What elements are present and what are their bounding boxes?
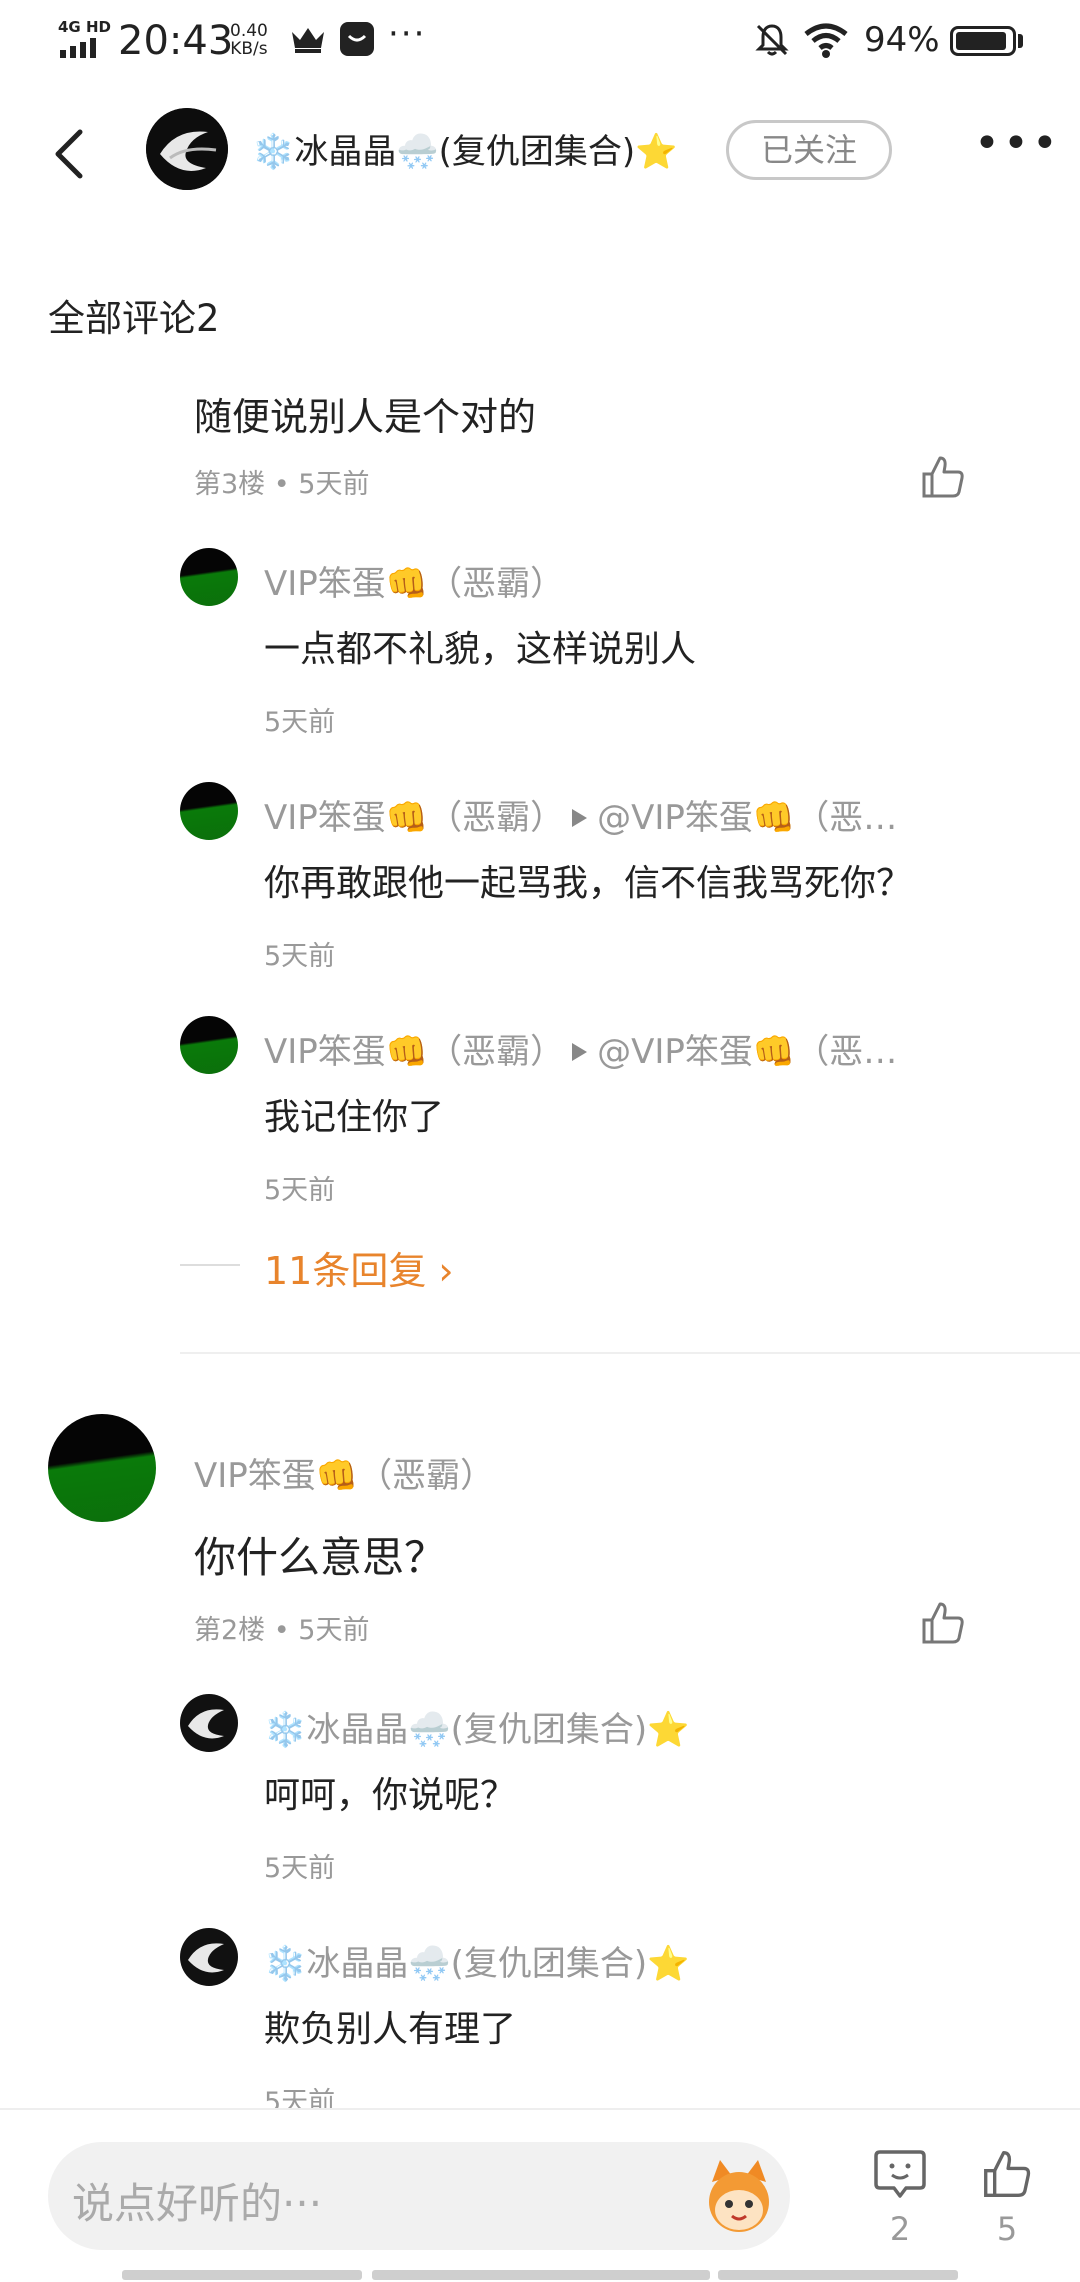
crown-icon xyxy=(292,28,324,53)
reply-avatar[interactable] xyxy=(180,782,238,840)
app-notification-icon xyxy=(340,22,374,56)
reply-author[interactable]: VIP笨蛋👊（恶霸） xyxy=(264,556,564,605)
like-count: 5 xyxy=(996,2210,1018,2248)
reply-text: 你再敢跟他一起骂我，信不信我骂死你？ xyxy=(264,863,913,904)
reply-author[interactable]: ❄️冰晶晶🌨️(复仇团集合)⭐ xyxy=(264,1936,690,1985)
battery-percent: 94% xyxy=(864,20,940,60)
battery-icon xyxy=(950,26,1016,56)
wifi-icon xyxy=(804,23,848,58)
reply-author-line: VIP笨蛋👊（恶霸） @VIP笨蛋👊（恶… xyxy=(264,790,897,839)
bell-muted-icon xyxy=(755,24,789,56)
reply-author-line: VIP笨蛋👊（恶霸） @VIP笨蛋👊（恶… xyxy=(264,1024,897,1073)
reply-text: 呵呵，你说呢？ xyxy=(264,1775,517,1816)
reply-arrow-icon xyxy=(572,1043,588,1061)
more-replies-link[interactable]: 11条回复 › xyxy=(264,1240,454,1295)
comment-avatar[interactable] xyxy=(48,1414,156,1522)
more-notifications-icon: ··· xyxy=(388,14,427,54)
author-avatar[interactable] xyxy=(146,108,228,190)
network-indicator: 4G HD xyxy=(58,18,111,36)
reply-time: 5天前 xyxy=(264,1175,336,1206)
reply-avatar[interactable] xyxy=(180,1016,238,1074)
reply-target[interactable]: @VIP笨蛋👊（恶… xyxy=(597,1032,897,1072)
comment-input-placeholder[interactable]: 说点好听的··· xyxy=(72,2170,322,2231)
net-speed: 0.40 KB/s xyxy=(230,22,268,58)
reply-author[interactable]: VIP笨蛋👊（恶霸） xyxy=(264,1032,564,1072)
reply-author[interactable]: VIP笨蛋👊（恶霸） xyxy=(264,798,564,838)
reply-time: 5天前 xyxy=(264,941,336,972)
like-icon[interactable] xyxy=(978,2146,1036,2202)
reply-avatar[interactable] xyxy=(180,548,238,606)
nav-gesture-bar xyxy=(718,2270,958,2280)
like-button[interactable] xyxy=(918,1598,968,1648)
comment-icon[interactable] xyxy=(872,2146,928,2202)
back-button[interactable] xyxy=(46,126,94,182)
net-speed-unit: KB/s xyxy=(230,39,268,59)
comment-divider xyxy=(180,1352,1080,1354)
comment-text: 你什么意思？ xyxy=(194,1533,447,1582)
reply-text: 我记住你了 xyxy=(264,1097,445,1138)
reply-arrow-icon xyxy=(572,809,588,827)
nav-gesture-bar xyxy=(372,2270,710,2280)
reply-avatar[interactable] xyxy=(180,1928,238,1986)
reply-time: 5天前 xyxy=(264,1853,336,1884)
status-bar: 4G HD 20:43 0.40 KB/s ··· 94% xyxy=(0,0,1080,80)
author-name[interactable]: ❄️冰晶晶🌨️(复仇团集合)⭐ xyxy=(252,124,678,173)
clock: 20:43 xyxy=(118,18,234,64)
battery-tip xyxy=(1018,34,1023,48)
battery-level xyxy=(956,32,1007,50)
more-replies-line xyxy=(180,1264,240,1266)
nav-gesture-bar xyxy=(122,2270,362,2280)
comments-section-title: 全部评论2 xyxy=(48,297,220,340)
reply-text: 欺负别人有理了 xyxy=(264,2009,517,2050)
reply-time: 5天前 xyxy=(264,707,336,738)
comment-text: 随便说别人是个对的 xyxy=(194,395,537,439)
mascot-emoji-icon[interactable] xyxy=(698,2156,780,2238)
reply-author[interactable]: ❄️冰晶晶🌨️(复仇团集合)⭐ xyxy=(264,1702,690,1751)
reply-avatar[interactable] xyxy=(180,1694,238,1752)
follow-button[interactable]: 已关注 xyxy=(726,120,892,180)
comment-count: 2 xyxy=(889,2210,911,2248)
like-button[interactable] xyxy=(918,452,968,502)
signal-icon xyxy=(60,38,96,58)
comment-meta: 第2楼 • 5天前 xyxy=(194,1615,370,1646)
reply-text: 一点都不礼貌，这样说别人 xyxy=(264,629,697,670)
net-speed-value: 0.40 xyxy=(230,21,268,41)
comment-author[interactable]: VIP笨蛋👊（恶霸） xyxy=(194,1448,494,1497)
comment-meta: 第3楼 • 5天前 xyxy=(194,469,370,500)
reply-target[interactable]: @VIP笨蛋👊（恶… xyxy=(597,798,897,838)
more-options-button[interactable]: ••• xyxy=(974,122,1058,174)
